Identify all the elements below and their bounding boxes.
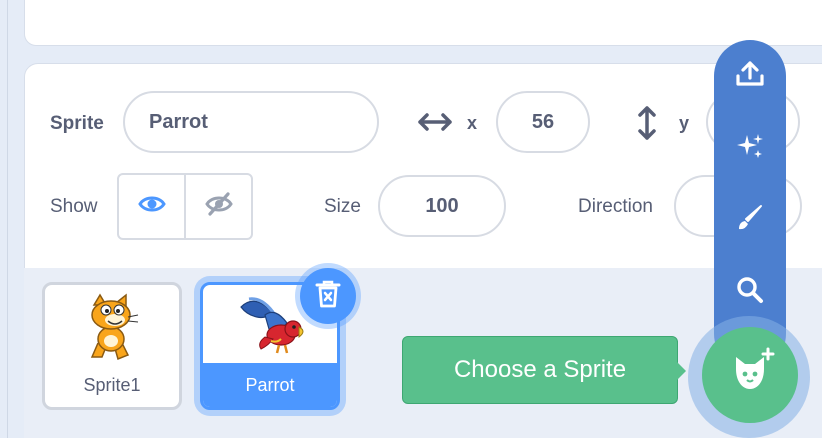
choose-sprite-tooltip: Choose a Sprite — [402, 336, 678, 404]
tooltip-arrow — [677, 362, 686, 380]
show-toggle-group — [117, 173, 253, 240]
sprite-name-label: Sprite — [50, 113, 104, 134]
surprise-icon — [735, 131, 765, 166]
y-position-icon — [636, 106, 658, 145]
size-input[interactable]: 100 — [378, 175, 506, 237]
sprite-tile-sprite1[interactable]: Sprite1 — [42, 282, 182, 410]
cat-sprite-thumbnail — [78, 293, 148, 368]
search-icon — [735, 275, 765, 310]
x-position-icon — [418, 111, 452, 138]
paint-icon — [735, 203, 765, 238]
upload-sprite-button[interactable] — [714, 46, 786, 106]
stage-area — [24, 0, 822, 46]
sprite-name: Parrot — [203, 363, 337, 407]
paint-sprite-button[interactable] — [714, 190, 786, 250]
left-panel-edge — [0, 0, 8, 438]
delete-sprite-button[interactable] — [300, 268, 356, 324]
surprise-sprite-button[interactable] — [714, 118, 786, 178]
parrot-sprite-thumbnail — [235, 293, 309, 366]
show-label: Show — [50, 196, 98, 217]
sprite-name-input[interactable]: Parrot — [123, 91, 379, 153]
y-label: y — [679, 113, 690, 133]
search-sprite-button[interactable] — [714, 262, 786, 322]
x-label: x — [467, 113, 478, 133]
upload-sprite-icon — [735, 60, 765, 93]
sprite-name: Sprite1 — [83, 374, 141, 395]
trash-icon — [315, 279, 341, 314]
x-input[interactable]: 56 — [496, 91, 590, 153]
cat-plus-icon — [724, 347, 776, 404]
choose-sprite-button[interactable] — [702, 327, 798, 423]
show-hidden-button[interactable] — [184, 175, 251, 238]
eye-icon — [137, 194, 166, 219]
size-label: Size — [324, 196, 361, 217]
show-visible-button[interactable] — [119, 175, 184, 238]
direction-label: Direction — [578, 196, 653, 217]
eye-slash-icon — [204, 191, 234, 222]
